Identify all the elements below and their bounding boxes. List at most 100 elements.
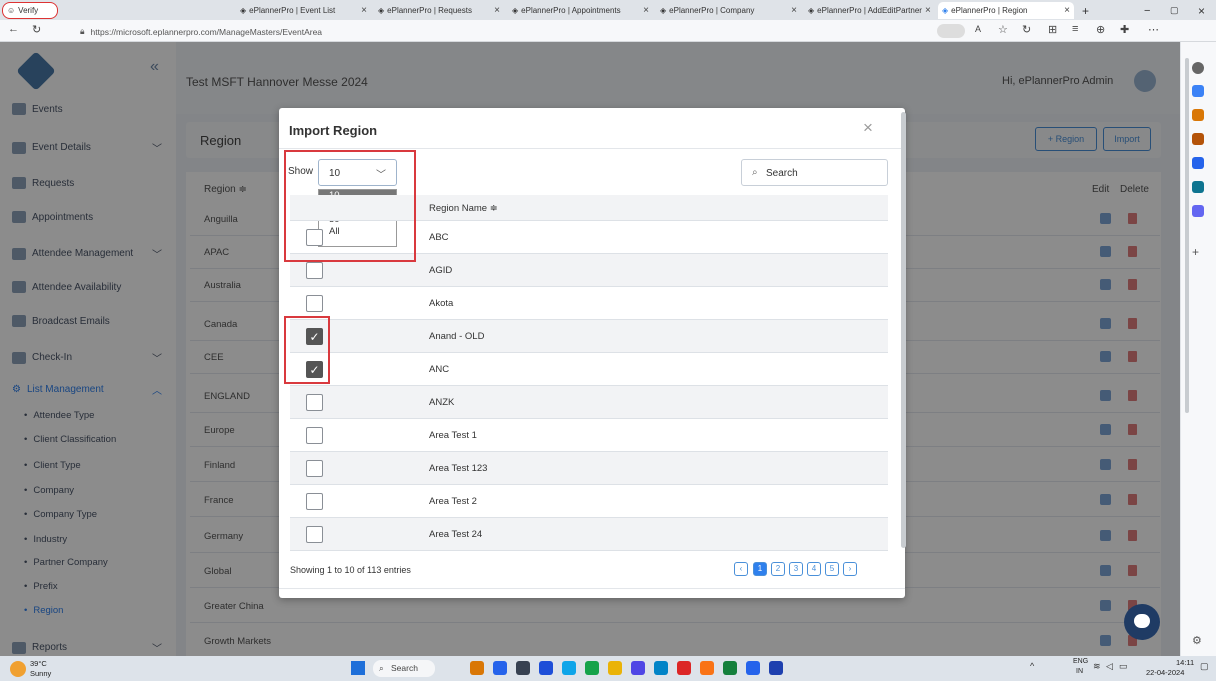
list-item: Area Test 24 [290, 518, 888, 551]
taskbar-app-icon[interactable] [746, 661, 760, 675]
modal-scrollbar[interactable] [901, 112, 906, 548]
taskbar-app-icon[interactable] [562, 661, 576, 675]
verify-button[interactable]: ☺ Verify [2, 2, 58, 19]
refresh-icon[interactable]: ↻ [32, 23, 41, 36]
tab-appointments[interactable]: ◈ ePlannerPro | Appointments × [508, 2, 653, 19]
highlight-box-show [284, 150, 416, 262]
outlook-icon[interactable] [1192, 181, 1204, 193]
tab-requests[interactable]: ◈ ePlannerPro | Requests × [374, 2, 504, 19]
page-3-button[interactable]: 3 [789, 562, 803, 576]
col-region-name[interactable]: Region Name ≑ [429, 203, 498, 214]
taskbar-app-icon[interactable] [516, 661, 530, 675]
taskbar-app-icon[interactable] [539, 661, 553, 675]
windows-start-icon[interactable] [351, 661, 365, 675]
list-item: ✓ ANC [290, 353, 888, 386]
search-icon[interactable] [1192, 62, 1204, 74]
clock-time[interactable]: 14:11 [1176, 658, 1194, 667]
refresh-page-icon[interactable]: ↻ [1022, 23, 1031, 36]
tab-close-icon[interactable]: × [643, 5, 649, 16]
eplanner-tab-icon: ◈ [378, 6, 385, 15]
taskbar-app-icon[interactable] [608, 661, 622, 675]
taskbar-app-icon[interactable] [769, 661, 783, 675]
url-field[interactable]: 🔒︎ https://microsoft.eplannerpro.com/Man… [80, 23, 930, 40]
taskbar-app-icon[interactable] [723, 661, 737, 675]
tag-icon[interactable] [1192, 85, 1204, 97]
favorites-icon[interactable]: ≡ [1072, 23, 1078, 35]
tab-region[interactable]: ◈ ePlannerPro | Region × [938, 2, 1074, 19]
tab-event-list[interactable]: ◈ ePlannerPro | Event List × [236, 2, 371, 19]
tab-close-icon[interactable]: × [361, 5, 367, 16]
row-checkbox[interactable] [306, 526, 323, 543]
search-input[interactable]: ⌕ Search [741, 159, 888, 186]
row-checkbox[interactable] [306, 295, 323, 312]
search-icon: ⌕ [752, 167, 758, 178]
collections-icon[interactable]: ⊕ [1096, 23, 1105, 36]
read-aloud-icon[interactable]: A [975, 24, 981, 34]
tab-company[interactable]: ◈ ePlannerPro | Company × [656, 2, 801, 19]
new-tab-button[interactable]: + [1078, 2, 1096, 19]
row-checkbox[interactable] [306, 427, 323, 444]
prev-page-button[interactable]: ‹ [734, 562, 748, 576]
next-page-button[interactable]: › [843, 562, 857, 576]
taskbar-app-icon[interactable] [700, 661, 714, 675]
office-icon[interactable] [1192, 157, 1204, 169]
minimize-button[interactable]: − [1140, 2, 1156, 19]
add-icon[interactable]: + [1192, 245, 1204, 259]
taskbar-app-icon[interactable] [631, 661, 645, 675]
page-2-button[interactable]: 2 [771, 562, 785, 576]
row-checkbox[interactable] [306, 493, 323, 510]
extensions-icon[interactable]: ✚ [1120, 23, 1129, 36]
language-indicator[interactable]: ENG [1073, 658, 1088, 665]
restore-button[interactable]: ▢ [1166, 2, 1182, 19]
row-checkbox[interactable] [306, 262, 323, 279]
games-icon[interactable] [1192, 133, 1204, 145]
notification-icon[interactable]: ▢ [1200, 661, 1209, 672]
list-item: ✓ Anand - OLD [290, 320, 888, 353]
browser-tab-bar: ☺ Verify ◈ ePlannerPro | Event List × ◈ ePla… [0, 0, 1216, 20]
tracking-icon[interactable] [937, 24, 965, 38]
split-screen-icon[interactable]: ⊞ [1048, 23, 1057, 36]
battery-icon[interactable]: ▭ [1119, 661, 1128, 672]
modal-title: Import Region [289, 123, 378, 138]
lock-icon: 🔒︎ [80, 26, 85, 36]
tray-chevron-icon[interactable]: ^ [1030, 661, 1034, 671]
eplanner-tab-icon: ◈ [808, 6, 815, 15]
taskbar-app-icon[interactable] [585, 661, 599, 675]
back-icon[interactable]: ← [8, 23, 19, 35]
entries-info: Showing 1 to 10 of 113 entries [290, 565, 411, 575]
highlight-box-checked [284, 316, 330, 384]
favorite-star-icon[interactable]: ☆ [998, 23, 1008, 36]
row-checkbox[interactable] [306, 460, 323, 477]
chat-bubble-button[interactable] [1124, 604, 1160, 640]
taskbar-app-icon[interactable] [654, 661, 668, 675]
more-icon[interactable]: ⋯ [1148, 23, 1159, 36]
weather-temp[interactable]: 39°C [30, 659, 47, 668]
modal-divider [279, 148, 905, 149]
page-1-button[interactable]: 1 [753, 562, 767, 576]
tab-close-icon[interactable]: × [791, 5, 797, 16]
page-4-button[interactable]: 4 [807, 562, 821, 576]
taskbar-app-icon[interactable] [677, 661, 691, 675]
user-icon: ☺ [7, 6, 16, 15]
close-window-button[interactable]: × [1194, 2, 1210, 19]
list-item: Area Test 123 [290, 452, 888, 485]
tools-icon[interactable] [1192, 205, 1204, 217]
row-checkbox[interactable] [306, 394, 323, 411]
tab-add-edit-partner[interactable]: ◈ ePlannerPro | AddEditPartner × [804, 2, 934, 19]
taskbar-app-icon[interactable] [493, 661, 507, 675]
shopping-icon[interactable] [1192, 109, 1204, 121]
tab-close-icon[interactable]: × [1064, 5, 1070, 16]
clock-date: 22-04-2024 [1146, 668, 1185, 677]
settings-icon[interactable]: ⚙ [1192, 634, 1204, 647]
tab-close-icon[interactable]: × [494, 5, 500, 16]
wifi-icon[interactable]: ≋ [1093, 661, 1101, 672]
page-scrollbar[interactable] [1185, 58, 1189, 413]
tab-close-icon[interactable]: × [925, 5, 931, 16]
volume-icon[interactable]: ◁ [1106, 661, 1113, 672]
taskbar-app-icon[interactable] [470, 661, 484, 675]
modal-footer-divider [279, 588, 905, 589]
page-5-button[interactable]: 5 [825, 562, 839, 576]
modal-close-icon[interactable]: × [863, 118, 873, 138]
taskbar-search[interactable]: ⌕ Search [373, 660, 435, 677]
list-item: Area Test 2 [290, 485, 888, 518]
